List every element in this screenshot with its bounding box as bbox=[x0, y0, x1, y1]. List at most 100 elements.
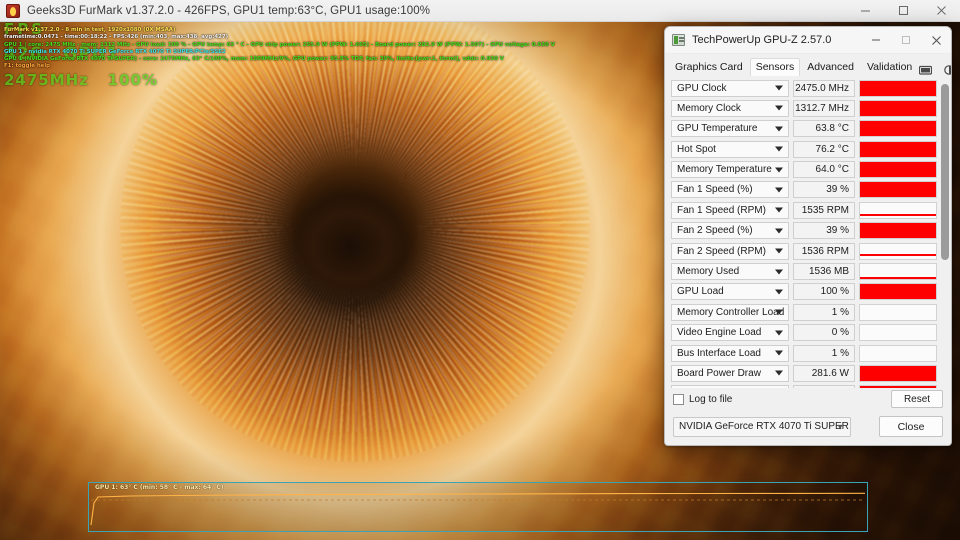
sensor-name-label: GPU Clock bbox=[677, 82, 727, 94]
sensor-name-label: Bus Interface Load bbox=[677, 347, 761, 359]
chevron-down-icon[interactable] bbox=[775, 370, 783, 376]
chevron-down-icon[interactable] bbox=[775, 105, 783, 111]
chevron-down-icon[interactable] bbox=[775, 167, 783, 173]
gpuz-titlebar[interactable]: TechPowerUp GPU-Z 2.57.0 bbox=[665, 27, 951, 54]
sensor-name-select[interactable]: Fan 2 Speed (RPM) bbox=[671, 242, 789, 260]
sensor-name-label: Video Engine Load bbox=[677, 327, 762, 339]
sensor-name-select[interactable]: Memory Controller Load bbox=[671, 303, 789, 321]
sensor-value-text: 76.2 °C bbox=[815, 143, 849, 155]
sensor-value-text: 1312.7 MHz bbox=[795, 102, 849, 114]
sensor-value: 281.6 W bbox=[793, 364, 855, 382]
sensor-name-label: Memory Temperature bbox=[677, 164, 772, 176]
sensor-value-text: 1 % bbox=[831, 306, 849, 318]
scrollbar-thumb[interactable] bbox=[941, 84, 949, 260]
gpuz-footer: Log to file Reset NVIDIA GeForce RTX 407… bbox=[665, 388, 951, 445]
camera-icon[interactable] bbox=[919, 64, 933, 76]
sensor-name-select[interactable]: Board Power Draw bbox=[671, 364, 789, 382]
sensor-value-text: 1536 MB bbox=[808, 266, 849, 278]
sensor-name-select[interactable]: Hot Spot bbox=[671, 140, 789, 158]
sensor-value: 1536 MB bbox=[793, 263, 855, 281]
chevron-down-icon[interactable] bbox=[775, 330, 783, 336]
chevron-down-icon[interactable] bbox=[775, 146, 783, 152]
log-to-file-checkbox[interactable] bbox=[673, 393, 684, 405]
gpuz-minimize-icon[interactable] bbox=[861, 27, 891, 53]
tab-validation[interactable]: Validation bbox=[861, 59, 918, 76]
furmark-titlebar[interactable]: Geeks3D FurMark v1.37.2.0 - 426FPS, GPU1… bbox=[0, 0, 960, 22]
sensor-graph-fill bbox=[860, 141, 936, 157]
reset-button[interactable]: Reset bbox=[891, 390, 943, 408]
sensor-row: Memory Temperature 64.0 °C bbox=[671, 161, 948, 179]
chevron-down-icon[interactable] bbox=[775, 187, 783, 193]
screen-root: FPS 426 GPU1 2475MHz 100% FurMark v1.37.… bbox=[0, 0, 960, 540]
sensor-value-text: 39 % bbox=[826, 225, 849, 237]
sensor-row: Bus Interface Load 1 % bbox=[671, 344, 948, 362]
sensor-name-select[interactable]: Memory Clock bbox=[671, 99, 789, 117]
gpuz-window: TechPowerUp GPU-Z 2.57.0 Graphics Card S… bbox=[664, 26, 952, 446]
sensor-value: 1 % bbox=[793, 303, 855, 321]
chevron-down-icon[interactable] bbox=[775, 207, 783, 213]
sensor-name-select[interactable]: Fan 1 Speed (RPM) bbox=[671, 201, 789, 219]
sensor-name-select[interactable]: Video Engine Load bbox=[671, 324, 789, 342]
sensor-graph bbox=[859, 303, 937, 321]
sensor-row: GPU Load 100 % bbox=[671, 283, 948, 301]
sensor-graph bbox=[859, 263, 937, 281]
minimize-icon[interactable] bbox=[846, 0, 884, 22]
sensor-name-select[interactable]: Memory Used bbox=[671, 263, 789, 281]
gpu-select[interactable]: NVIDIA GeForce RTX 4070 Ti SUPER ▼ bbox=[673, 416, 851, 437]
sensor-graph bbox=[859, 99, 937, 117]
sensor-value: 1 % bbox=[793, 344, 855, 362]
sensor-graph-line bbox=[860, 213, 936, 216]
chevron-down-icon[interactable] bbox=[775, 228, 783, 234]
sensor-row: Video Engine Load 0 % bbox=[671, 324, 948, 342]
chevron-down-icon[interactable] bbox=[775, 248, 783, 254]
gpuz-close-icon[interactable] bbox=[921, 27, 951, 53]
sensor-value: 1312.7 MHz bbox=[793, 99, 855, 117]
sensor-graph-line bbox=[860, 254, 936, 257]
sensor-name-select[interactable]: Bus Interface Load bbox=[671, 344, 789, 362]
sensor-value: 39 % bbox=[793, 181, 855, 199]
sensor-name-select[interactable]: GPU Clock bbox=[671, 79, 789, 97]
chevron-down-icon[interactable] bbox=[775, 309, 783, 315]
sensor-value: 64.0 °C bbox=[793, 161, 855, 179]
sensor-name-label: GPU Temperature bbox=[677, 123, 758, 135]
sensor-value-text: 0 % bbox=[831, 327, 849, 339]
gear-icon[interactable] bbox=[942, 64, 951, 76]
sensor-name-select[interactable]: GPU Temperature bbox=[671, 120, 789, 138]
gpuz-maximize-icon[interactable] bbox=[891, 27, 921, 53]
sensor-row: Memory Clock 1312.7 MHz bbox=[671, 99, 948, 117]
close-button[interactable]: Close bbox=[879, 416, 943, 437]
chevron-down-icon: ▼ bbox=[836, 422, 844, 431]
sensor-name-select[interactable]: GPU Load bbox=[671, 283, 789, 301]
sensor-graph-fill bbox=[860, 162, 936, 178]
sensor-graph-fill bbox=[860, 365, 936, 381]
gpuz-window-controls bbox=[861, 27, 951, 53]
sensor-value: 0 % bbox=[793, 324, 855, 342]
sensor-graph-fill bbox=[860, 100, 936, 116]
chevron-down-icon[interactable] bbox=[775, 269, 783, 275]
sensor-value: 76.2 °C bbox=[793, 140, 855, 158]
tab-sensors[interactable]: Sensors bbox=[749, 58, 801, 76]
sensor-name-label: Memory Controller Load bbox=[677, 306, 785, 318]
sensor-name-select[interactable]: Memory Temperature bbox=[671, 161, 789, 179]
sensors-scrollbar[interactable] bbox=[941, 78, 949, 386]
sensor-name-label: Fan 2 Speed (RPM) bbox=[677, 245, 766, 257]
chevron-down-icon[interactable] bbox=[775, 126, 783, 132]
close-icon[interactable] bbox=[922, 0, 960, 22]
sensor-name-select[interactable]: Fan 2 Speed (%) bbox=[671, 222, 789, 240]
sensor-value-text: 100 % bbox=[820, 286, 849, 298]
sensor-graph bbox=[859, 120, 937, 138]
sensor-name-select[interactable]: Fan 1 Speed (%) bbox=[671, 181, 789, 199]
sensor-graph bbox=[859, 344, 937, 362]
sensor-row: Fan 1 Speed (%) 39 % bbox=[671, 181, 948, 199]
chevron-down-icon[interactable] bbox=[775, 289, 783, 295]
maximize-icon[interactable] bbox=[884, 0, 922, 22]
chevron-down-icon[interactable] bbox=[775, 350, 783, 356]
sensor-row-list: GPU Clock 2475.0 MHz Memory Clock 1312.7 MH… bbox=[671, 79, 948, 388]
furmark-temperature-graph: GPU 1: 63° C (min: 58° C - max: 64° C) bbox=[88, 482, 868, 532]
tab-graphics-card[interactable]: Graphics Card bbox=[669, 59, 749, 76]
sensor-row: GPU Temperature 63.8 °C bbox=[671, 120, 948, 138]
tab-advanced[interactable]: Advanced bbox=[801, 59, 860, 76]
chevron-down-icon[interactable] bbox=[775, 85, 783, 91]
sensor-row: Fan 2 Speed (RPM) 1536 RPM bbox=[671, 242, 948, 260]
gpuz-title-text: TechPowerUp GPU-Z 2.57.0 bbox=[692, 34, 832, 46]
